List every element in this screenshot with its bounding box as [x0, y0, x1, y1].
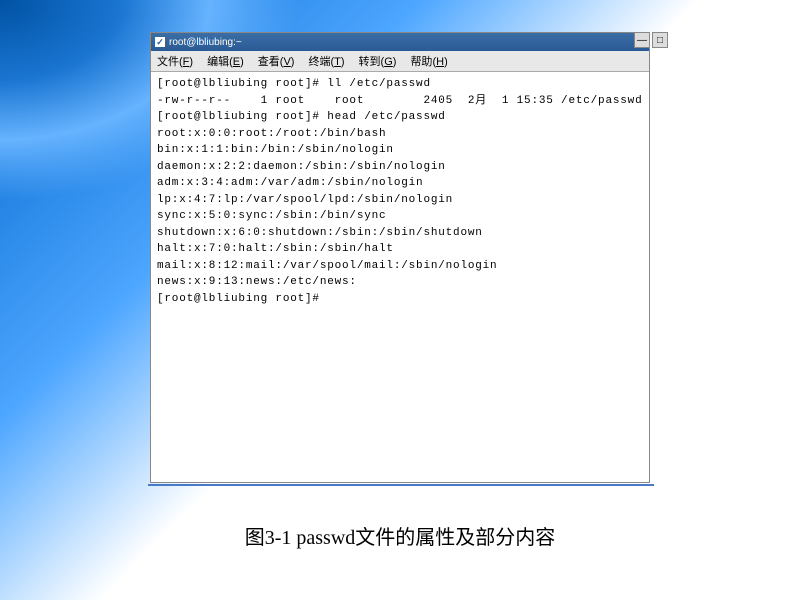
terminal-window: ✓ root@lbliubing:~ 文件(F) 编辑(E) 查看(V) 终端(…	[150, 32, 650, 483]
titlebar-check-icon: ✓	[155, 37, 165, 47]
window-title: root@lbliubing:~	[169, 37, 242, 48]
window-controls: — □	[634, 32, 668, 48]
menu-file[interactable]: 文件(F)	[157, 53, 193, 69]
maximize-button[interactable]: □	[652, 32, 668, 48]
titlebar[interactable]: ✓ root@lbliubing:~	[151, 33, 649, 51]
menu-help[interactable]: 帮助(H)	[410, 53, 447, 69]
menubar: 文件(F) 编辑(E) 查看(V) 终端(T) 转到(G) 帮助(H)	[151, 51, 649, 72]
terminal-content[interactable]: [root@lbliubing root]# ll /etc/passwd -r…	[151, 72, 649, 482]
menu-go[interactable]: 转到(G)	[359, 53, 397, 69]
window-bottom-border	[148, 484, 654, 486]
figure-caption: 图3-1 passwd文件的属性及部分内容	[0, 521, 800, 550]
menu-edit[interactable]: 编辑(E)	[207, 53, 244, 69]
minimize-button[interactable]: —	[634, 32, 650, 48]
menu-view[interactable]: 查看(V)	[258, 53, 295, 69]
menu-terminal[interactable]: 终端(T)	[308, 53, 344, 69]
